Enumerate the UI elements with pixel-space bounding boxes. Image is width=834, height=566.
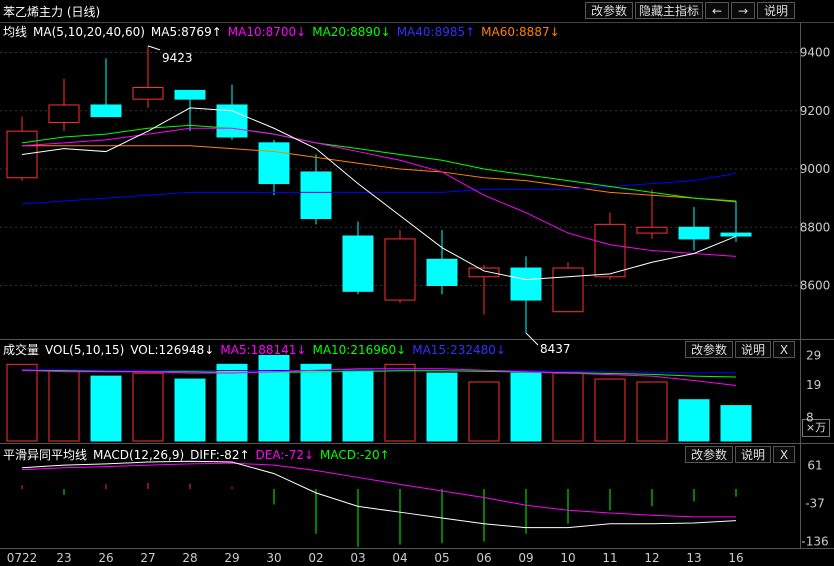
candle-body [594, 223, 626, 278]
volume-bar [6, 363, 38, 442]
volume-bar [174, 378, 206, 442]
price-tick-label: 8600 [800, 279, 831, 293]
candle-body [552, 267, 584, 313]
ma60-line [22, 145, 737, 203]
volume-bar [342, 369, 374, 442]
extreme-price-label: 8437 [540, 342, 571, 356]
price-tick-label: 9200 [800, 104, 831, 118]
date-tick-label: 16 [728, 551, 743, 565]
volume-bar [216, 363, 248, 442]
candle-body [636, 226, 668, 234]
candle-body [174, 89, 206, 100]
date-tick-label: 23 [56, 551, 71, 565]
volume-bar [510, 372, 542, 442]
candle-body [342, 235, 374, 292]
volume-bar [678, 399, 710, 442]
macd-tick-label: 61 [807, 458, 822, 472]
date-tick-label: 0722 [7, 551, 38, 565]
candle-body [384, 238, 416, 301]
date-tick-label: 26 [98, 551, 113, 565]
price-tick-label: 8800 [800, 220, 831, 234]
candle-body [48, 104, 80, 123]
volume-tick-label: 8 [806, 410, 814, 424]
volume-bar [258, 354, 290, 442]
date-tick-label: 27 [140, 551, 155, 565]
date-tick-label: 28 [182, 551, 197, 565]
date-tick-label: 11 [602, 551, 617, 565]
candle-body [720, 232, 752, 237]
date-tick-label: 05 [434, 551, 449, 565]
volume-bar [384, 363, 416, 442]
volume-bar [594, 378, 626, 442]
date-tick-label: 29 [224, 551, 239, 565]
date-tick-label: 04 [392, 551, 407, 565]
candle-body [90, 104, 122, 118]
date-tick-label: 09 [518, 551, 533, 565]
volume-tick-label: 29 [806, 348, 821, 362]
candle-body [510, 267, 542, 301]
volume-bar [132, 372, 164, 442]
volume-bar [468, 381, 500, 442]
date-tick-label: 10 [560, 551, 575, 565]
candle-body [678, 226, 710, 240]
extreme-marker-line [525, 332, 539, 346]
date-tick-label: 30 [266, 551, 281, 565]
date-tick-label: 02 [308, 551, 323, 565]
date-tick-label: 12 [644, 551, 659, 565]
volume-bar [426, 372, 458, 442]
extreme-price-label: 9423 [162, 51, 193, 65]
date-tick-label: 03 [350, 551, 365, 565]
volume-bar [720, 405, 752, 442]
candle-body [468, 267, 500, 278]
extreme-marker-line [147, 45, 161, 51]
volume-tick-label: 19 [806, 378, 821, 392]
volume-bar [48, 369, 80, 442]
kline-chart[interactable]: 8600 8800 9000 9200 9400 9423 8437 8 19 29 -136 -37… [0, 0, 834, 566]
price-tick-label: 9400 [800, 46, 831, 60]
diff-line [21, 460, 737, 529]
candle-body [300, 171, 332, 220]
candle-body [132, 87, 164, 100]
volume-bar [552, 372, 584, 442]
date-tick-label: 06 [476, 551, 491, 565]
candle-body [258, 142, 290, 185]
candle-body [426, 258, 458, 287]
date-tick-label: 13 [686, 551, 701, 565]
price-tick-label: 9000 [800, 162, 831, 176]
macd-tick-label: -136 [801, 535, 828, 549]
volume-bar [90, 375, 122, 442]
volume-bar [300, 363, 332, 442]
macd-tick-label: -37 [805, 496, 825, 510]
volume-bar [636, 381, 668, 442]
dea-line [21, 462, 736, 518]
